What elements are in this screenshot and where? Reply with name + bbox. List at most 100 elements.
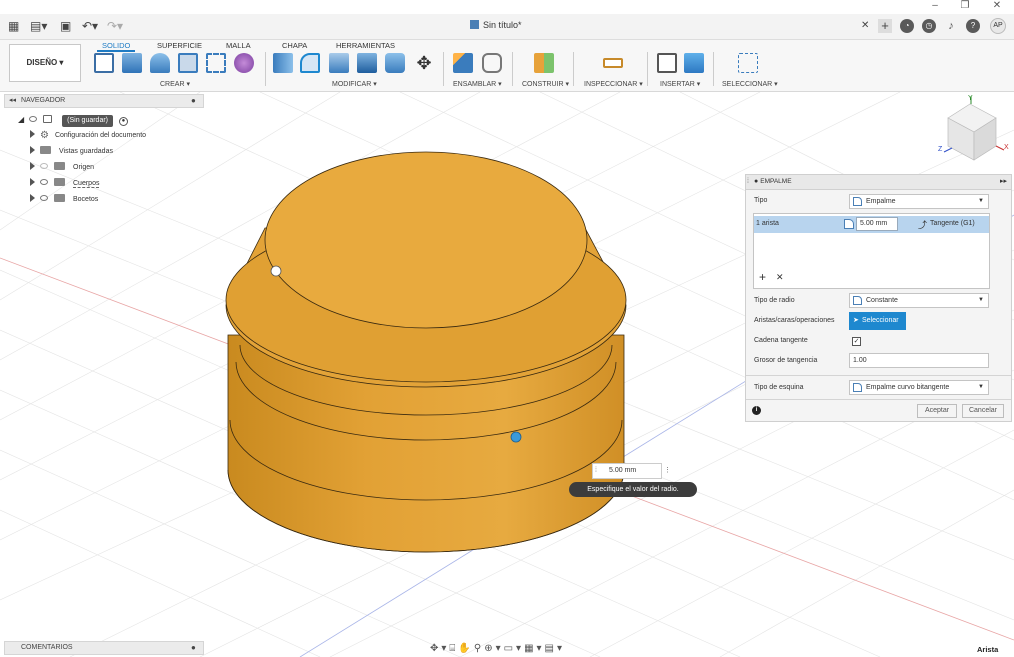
select-button[interactable]: ➤ Seleccionar: [849, 312, 906, 330]
nav-item-bocetos[interactable]: Bocetos: [30, 194, 98, 206]
insert-image-icon[interactable]: [684, 53, 704, 73]
revolve-icon[interactable]: [150, 53, 170, 73]
combine-icon[interactable]: [385, 53, 405, 73]
cancel-button[interactable]: Cancelar: [962, 404, 1004, 418]
nav-item-vistas[interactable]: Vistas guardadas: [30, 146, 113, 158]
shell-icon[interactable]: [357, 53, 377, 73]
expand-icon[interactable]: ◢: [18, 115, 24, 124]
group-seleccionar[interactable]: SELECCIONAR ▾: [722, 80, 778, 88]
insert-derive-icon[interactable]: [657, 53, 677, 73]
viewports-icon[interactable]: ▤▾: [545, 643, 565, 654]
new-tab-icon[interactable]: +: [878, 19, 892, 33]
extrude-icon[interactable]: [122, 53, 142, 73]
minimize-button[interactable]: –: [928, 0, 942, 12]
navigator-root[interactable]: ◢ (Sin guardar) ●: [18, 114, 128, 127]
new-component-icon[interactable]: [453, 53, 473, 73]
accept-button[interactable]: Aceptar: [917, 404, 957, 418]
selection-row[interactable]: 1 arista 5.00 mm ⤴ Tangente (G1): [754, 216, 989, 233]
fillet-icon[interactable]: [300, 53, 320, 73]
fillet-dialog-header[interactable]: ⁞ ● EMPALME ▸▸: [746, 175, 1011, 190]
grosor-input[interactable]: 1.00: [849, 353, 989, 368]
pattern-icon[interactable]: [206, 53, 226, 73]
pin-icon[interactable]: ●: [191, 95, 196, 107]
radius-inline-input[interactable]: ⁞ 5.00 mm ⋮: [592, 463, 671, 479]
expand-arrow-icon[interactable]: [30, 130, 35, 138]
drag-handle-icon[interactable]: ⁞: [747, 175, 749, 189]
info-icon[interactable]: i: [752, 406, 761, 415]
drag-handle-icon[interactable]: ⁞: [595, 464, 597, 478]
selection-table[interactable]: 1 arista 5.00 mm ⤴ Tangente (G1) + ✕: [753, 213, 990, 289]
help-icon[interactable]: ?: [966, 19, 980, 33]
radius-field[interactable]: 5.00 mm: [856, 217, 898, 231]
workspace-dropdown[interactable]: DISEÑO ▾: [9, 44, 81, 82]
app-grid-icon[interactable]: ▦: [8, 19, 19, 33]
fit-icon[interactable]: ⊕▾: [484, 643, 503, 654]
jobs-icon[interactable]: ◷: [922, 19, 936, 33]
tipo-radio-dropdown[interactable]: Constante ▼: [849, 293, 989, 308]
pin-icon[interactable]: ●: [191, 642, 196, 654]
tipo-dropdown[interactable]: Empalme ▼: [849, 194, 989, 209]
group-construir[interactable]: CONSTRUIR ▾: [522, 80, 569, 88]
tab-malla[interactable]: MALLA: [226, 41, 251, 50]
eye-icon[interactable]: [40, 163, 48, 169]
avatar[interactable]: AP: [990, 18, 1006, 34]
document-tab[interactable]: Sin título*: [470, 20, 522, 30]
activate-radio-icon[interactable]: ●: [118, 117, 128, 126]
nav-item-origen[interactable]: Origen: [30, 162, 94, 174]
eye-icon[interactable]: [40, 179, 48, 185]
tab-solido[interactable]: SOLIDO: [102, 41, 130, 50]
group-modificar[interactable]: MODIFICAR ▾: [332, 80, 377, 88]
navigator-header[interactable]: ◂◂ NAVEGADOR ●: [4, 94, 204, 108]
chamfer-icon[interactable]: [329, 53, 349, 73]
notifications-icon[interactable]: ♪: [944, 19, 958, 33]
tab-superficie[interactable]: SUPERFICIE: [157, 41, 202, 50]
view-cube[interactable]: [943, 96, 1005, 161]
group-inspeccionar[interactable]: INSPECCIONAR ▾: [584, 80, 643, 88]
data-panel-icon[interactable]: ◔: [900, 19, 914, 33]
cadena-checkbox[interactable]: ✓: [852, 337, 861, 346]
group-insertar[interactable]: INSERTAR ▾: [660, 80, 700, 88]
move-icon[interactable]: ✥: [414, 53, 434, 73]
hole-icon[interactable]: [178, 53, 198, 73]
collapse-icon[interactable]: ◂◂: [9, 95, 16, 107]
expand-arrow-icon[interactable]: [30, 146, 35, 154]
select-icon[interactable]: [738, 53, 758, 73]
display-settings-icon[interactable]: ▭▾: [504, 643, 524, 654]
zoom-icon[interactable]: ⚲: [474, 643, 484, 654]
eye-icon[interactable]: [29, 116, 38, 122]
joint-icon[interactable]: [482, 53, 502, 73]
grid-settings-icon[interactable]: ▦▾: [524, 643, 544, 654]
maximize-button[interactable]: ❐: [958, 0, 972, 12]
close-tab-icon[interactable]: ✕: [861, 19, 869, 33]
orbit-icon[interactable]: ✥▾: [430, 643, 449, 654]
comments-panel[interactable]: COMENTARIOS ●: [4, 641, 204, 655]
continuity-dropdown[interactable]: Tangente (G1): [930, 220, 975, 227]
remove-icon[interactable]: ✕: [776, 272, 784, 283]
redo-icon[interactable]: ↷▾: [107, 19, 123, 33]
esquina-dropdown[interactable]: Empalme curvo bitangente ▼: [849, 380, 989, 395]
tab-herramientas[interactable]: HERRAMIENTAS: [336, 41, 395, 50]
offset-plane-icon[interactable]: [534, 53, 554, 73]
save-icon[interactable]: ▣: [60, 19, 71, 33]
press-pull-icon[interactable]: [273, 53, 293, 73]
add-icon[interactable]: +: [759, 270, 766, 284]
expand-dialog-icon[interactable]: ▸▸: [1000, 175, 1007, 189]
expand-arrow-icon[interactable]: [30, 162, 35, 170]
cylinder-model[interactable]: [225, 151, 627, 553]
more-icon[interactable]: ⋮: [664, 464, 671, 478]
group-ensamblar[interactable]: ENSAMBLAR ▾: [453, 80, 502, 88]
undo-icon[interactable]: ↶▾: [82, 19, 98, 33]
nav-item-config[interactable]: ⚙ Configuración del documento: [30, 130, 146, 142]
expand-arrow-icon[interactable]: [30, 178, 35, 186]
group-crear[interactable]: CREAR ▾: [160, 80, 190, 88]
pan-icon[interactable]: ✋: [458, 643, 473, 654]
tab-chapa[interactable]: CHAPA: [282, 41, 307, 50]
file-menu-icon[interactable]: ▤▾: [30, 19, 47, 33]
expand-arrow-icon[interactable]: [30, 194, 35, 202]
eye-icon[interactable]: [40, 195, 48, 201]
close-window-button[interactable]: ✕: [990, 0, 1004, 12]
create-form-icon[interactable]: [234, 53, 254, 73]
create-sketch-icon[interactable]: [94, 53, 114, 73]
measure-icon[interactable]: [603, 58, 623, 68]
nav-item-cuerpos[interactable]: Cuerpos: [30, 178, 100, 190]
